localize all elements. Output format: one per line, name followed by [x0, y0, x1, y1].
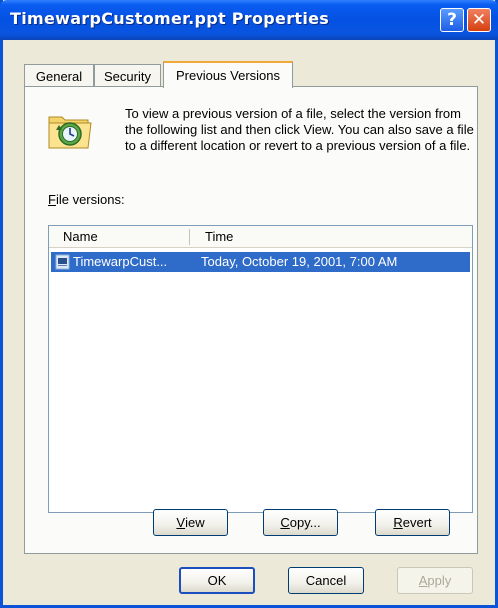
list-item-name: TimewarpCust...: [73, 254, 168, 269]
previous-versions-panel: To view a previous version of a file, se…: [24, 86, 478, 554]
cancel-button[interactable]: Cancel: [288, 567, 364, 594]
view-label: iew: [185, 515, 205, 530]
apply-access-key: A: [418, 573, 428, 588]
title-bar[interactable]: TimewarpCustomer.ppt Properties ? ✕: [0, 0, 498, 40]
document-icon: [55, 254, 70, 270]
tab-previous-versions[interactable]: Previous Versions: [163, 61, 293, 88]
panel-description: To view a previous version of a file, se…: [125, 106, 474, 153]
list-item-time: Today, October 19, 2001, 7:00 AM: [201, 254, 398, 269]
close-icon: ✕: [471, 10, 487, 30]
copy-button[interactable]: Copy...: [263, 509, 338, 536]
column-header-name[interactable]: Name: [63, 229, 98, 244]
file-versions-list[interactable]: Name Time TimewarpCust... Today, October…: [48, 225, 473, 513]
folder-clock-icon: [48, 116, 92, 149]
tab-security[interactable]: Security: [94, 64, 161, 87]
close-button[interactable]: ✕: [467, 8, 491, 32]
file-versions-label-text: ile versions:: [55, 192, 125, 207]
revert-button[interactable]: Revert: [375, 509, 450, 536]
window-title: TimewarpCustomer.ppt Properties: [10, 9, 330, 28]
ok-button[interactable]: OK: [179, 567, 255, 594]
copy-label: opy...: [289, 515, 321, 530]
properties-window: TimewarpCustomer.ppt Properties ? ✕ Gene…: [0, 0, 498, 608]
revert-label: evert: [402, 515, 432, 530]
revert-access-key: R: [393, 515, 403, 530]
apply-button: Apply: [397, 567, 473, 594]
copy-access-key: C: [280, 515, 290, 530]
tab-general[interactable]: General: [24, 64, 94, 87]
help-icon: ?: [447, 10, 457, 30]
list-item[interactable]: TimewarpCust... Today, October 19, 2001,…: [51, 252, 470, 272]
apply-label: pply: [427, 573, 452, 588]
column-header-time[interactable]: Time: [205, 229, 233, 244]
view-button[interactable]: View: [153, 509, 228, 536]
view-access-key: V: [176, 515, 186, 530]
help-button[interactable]: ?: [440, 8, 464, 32]
file-versions-access-key: F: [48, 192, 56, 207]
file-versions-label: File versions:: [48, 192, 125, 207]
column-divider[interactable]: [189, 229, 190, 245]
list-header: Name Time: [49, 226, 472, 248]
